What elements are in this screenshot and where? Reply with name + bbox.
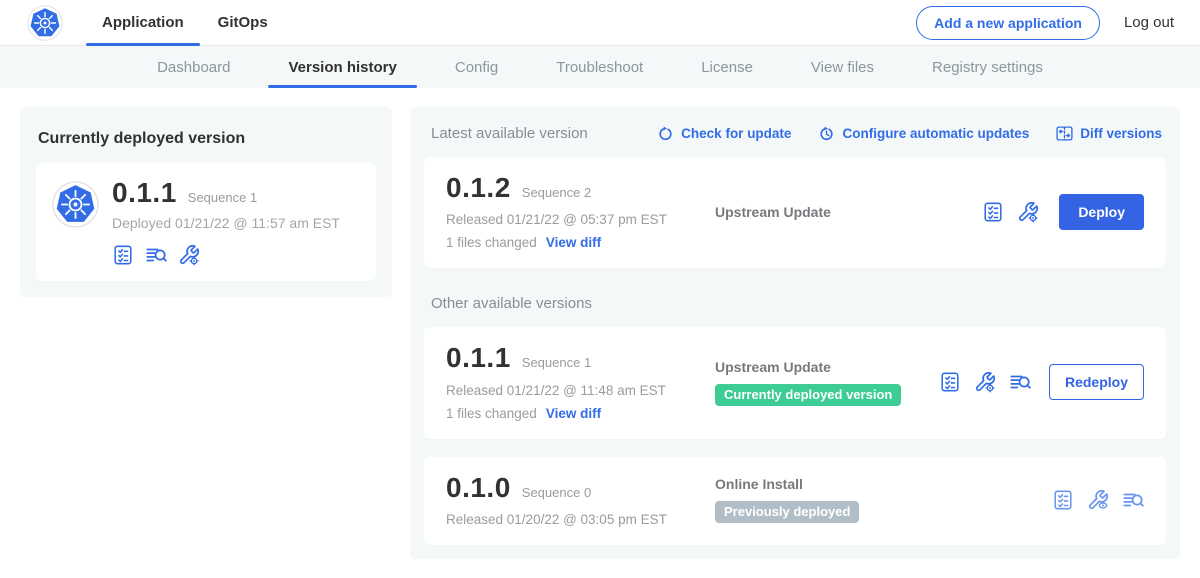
app-sub-nav: Dashboard Version history Config Trouble… (0, 46, 1200, 88)
version-sequence: Sequence 1 (522, 355, 591, 370)
tab-gitops[interactable]: GitOps (201, 0, 285, 46)
deploy-logs-icon[interactable] (145, 244, 167, 266)
kubernetes-logo-icon (27, 5, 63, 41)
version-source-label: Upstream Update (715, 359, 939, 375)
check-for-update-link[interactable]: Check for update (657, 125, 791, 142)
subtab-registry-settings[interactable]: Registry settings (903, 46, 1072, 88)
deploy-button[interactable]: Deploy (1059, 194, 1144, 230)
deployed-version-card: 0.1.1 Sequence 1 Deployed 01/21/22 @ 11:… (36, 163, 376, 281)
version-source-label: Upstream Update (715, 204, 982, 220)
latest-available-title: Latest available version (431, 125, 588, 142)
edit-config-icon[interactable] (178, 244, 200, 266)
release-timestamp: Released 01/20/22 @ 03:05 pm EST (446, 512, 701, 527)
deployed-version-number: 0.1.1 (112, 178, 177, 207)
subtab-version-history[interactable]: Version history (259, 46, 425, 88)
version-number: 0.1.2 (446, 173, 511, 202)
subtab-license[interactable]: License (672, 46, 782, 88)
edit-config-icon[interactable] (1017, 201, 1039, 223)
currently-deployed-panel: Currently deployed version (20, 107, 392, 297)
kubernetes-logo-icon (52, 178, 99, 266)
version-sequence: Sequence 2 (522, 185, 591, 200)
view-diff-link[interactable]: View diff (546, 235, 601, 250)
top-bar: Application GitOps Add a new application… (0, 0, 1200, 46)
subtab-troubleshoot[interactable]: Troubleshoot (527, 46, 672, 88)
version-row-0-1-1: 0.1.1 Sequence 1 Released 01/21/22 @ 11:… (424, 327, 1166, 438)
version-history-page: Currently deployed version (0, 88, 1200, 578)
files-changed-label: 1 files changed (446, 235, 537, 250)
deploy-logs-icon[interactable] (1122, 489, 1144, 511)
subtab-dashboard[interactable]: Dashboard (128, 46, 259, 88)
deployed-sequence: Sequence 1 (188, 190, 257, 205)
version-number: 0.1.0 (446, 473, 511, 502)
release-notes-icon[interactable] (1052, 489, 1074, 511)
diff-icon (1056, 125, 1073, 142)
files-changed-label: 1 files changed (446, 406, 537, 421)
version-sequence: Sequence 0 (522, 485, 591, 500)
deployed-timestamp: Deployed 01/21/22 @ 11:57 am EST (112, 215, 340, 231)
previously-deployed-badge: Previously deployed (715, 501, 859, 523)
deploy-logs-icon[interactable] (1009, 371, 1031, 393)
diff-versions-link[interactable]: Diff versions (1056, 125, 1162, 142)
release-notes-icon[interactable] (112, 244, 134, 266)
primary-nav: Application GitOps (85, 0, 285, 46)
release-notes-icon[interactable] (982, 201, 1004, 223)
release-timestamp: Released 01/21/22 @ 05:37 pm EST (446, 212, 701, 227)
other-available-versions-title: Other available versions (431, 295, 1159, 312)
deployed-panel-title: Currently deployed version (38, 130, 374, 148)
available-versions-panel: Latest available version Check for updat… (410, 107, 1180, 559)
version-row-0-1-2: 0.1.2 Sequence 2 Released 01/21/22 @ 05:… (424, 157, 1166, 268)
version-row-0-1-0: 0.1.0 Sequence 0 Released 01/20/22 @ 03:… (424, 457, 1166, 545)
tab-application[interactable]: Application (85, 0, 201, 46)
redeploy-button[interactable]: Redeploy (1049, 364, 1144, 400)
currently-deployed-badge: Currently deployed version (715, 384, 901, 406)
edit-config-icon[interactable] (974, 371, 996, 393)
release-timestamp: Released 01/21/22 @ 11:48 am EST (446, 383, 701, 398)
configure-automatic-updates-link[interactable]: Configure automatic updates (818, 125, 1029, 142)
version-source-label: Online Install (715, 476, 1052, 492)
view-config-icon[interactable] (1087, 489, 1109, 511)
subtab-config[interactable]: Config (426, 46, 527, 88)
refresh-icon (657, 125, 674, 142)
release-notes-icon[interactable] (939, 371, 961, 393)
schedule-update-icon (818, 125, 835, 142)
subtab-view-files[interactable]: View files (782, 46, 903, 88)
view-diff-link[interactable]: View diff (546, 406, 601, 421)
version-number: 0.1.1 (446, 343, 511, 372)
add-application-button[interactable]: Add a new application (916, 6, 1100, 40)
logout-link[interactable]: Log out (1124, 14, 1174, 31)
